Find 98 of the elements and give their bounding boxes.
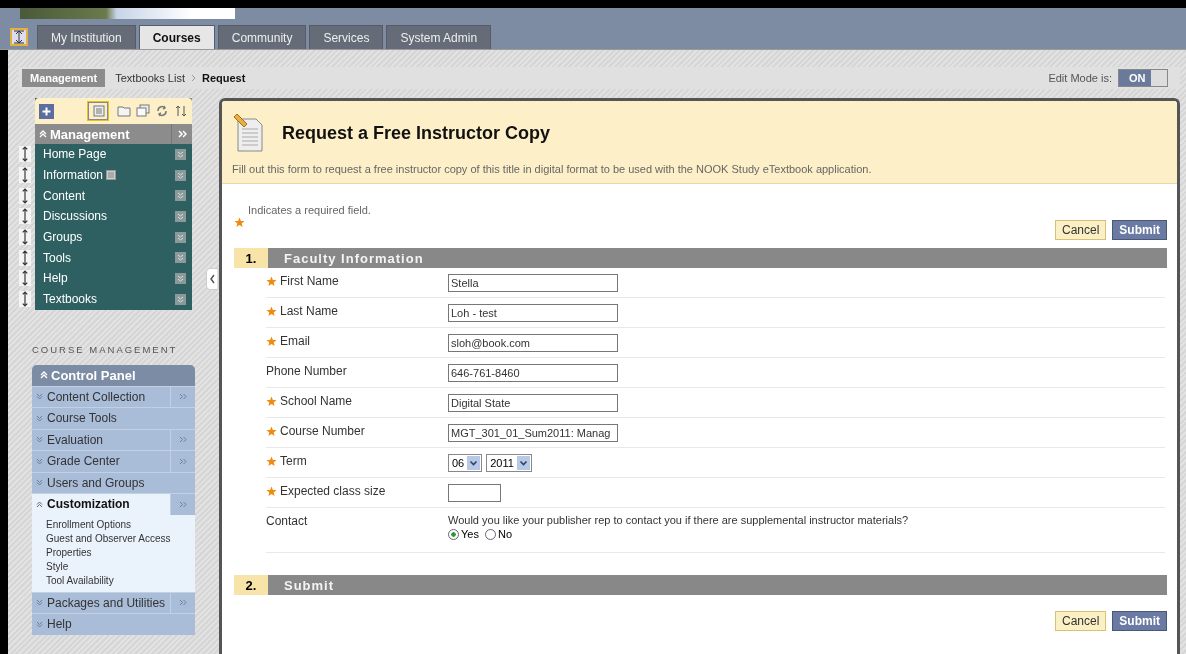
menu-item[interactable]: Help [35,271,68,286]
radio-label[interactable]: Yes [461,528,479,540]
drag-handle-icon[interactable] [19,291,31,308]
field-label: Expected class size [280,484,386,498]
menu-item[interactable]: Content [35,188,86,203]
edit-mode-toggle[interactable]: ON [1118,69,1168,87]
section-header: Submit [268,575,1167,595]
required-star-icon [266,456,277,467]
menu-item[interactable]: Groups [35,230,83,245]
control-panel-item[interactable]: Content Collection [43,389,170,404]
nav-tab[interactable]: Community [217,25,307,49]
text-field[interactable]: Loh - test [448,304,618,322]
collapse-left-icon[interactable] [206,268,219,290]
nav-tab[interactable]: My Institution [37,25,136,49]
list-icon[interactable] [88,102,108,120]
submit-button[interactable]: Submit [1112,220,1167,240]
folder-icon[interactable] [117,104,131,118]
drag-handle-icon[interactable] [19,208,31,225]
resize-icon[interactable] [10,28,28,46]
drag-handle-icon[interactable] [19,270,31,287]
drag-handle-icon[interactable] [19,187,31,204]
nav-tab[interactable]: Services [309,25,384,49]
add-icon[interactable] [39,103,54,119]
edit-mode-label: Edit Mode is: [1048,72,1112,84]
radio-button[interactable] [448,528,459,540]
chevron-down-icon[interactable] [175,272,186,284]
menu-item[interactable]: Discussions [35,209,108,224]
required-star-icon [266,306,277,317]
submenu-link[interactable]: Tool Availability [46,574,114,586]
text-field[interactable]: sloh@book.com [448,334,618,352]
control-panel-item[interactable]: Grade Center [43,454,170,469]
field-label: Email [280,334,310,348]
chevron-down-icon[interactable] [175,293,186,305]
drag-handle-icon[interactable] [19,146,31,163]
question-text: Would you like your publisher rep to contact you if there are supplemental instructor materials? [448,514,910,526]
field-label: Term [280,454,307,468]
dropdown[interactable]: 06 [448,454,483,472]
collapse-up-icon[interactable] [36,500,43,508]
nav-tab[interactable]: Courses [138,25,215,49]
dropdown[interactable]: 2011 [486,454,532,472]
chevron-down-icon[interactable] [175,190,186,202]
drag-handle-icon[interactable] [19,249,31,266]
nav-tab[interactable]: System Admin [386,25,492,49]
field-label: School Name [280,394,353,408]
field-label: First Name [280,274,339,288]
menu-item[interactable]: Home Page [35,147,107,162]
control-panel-item[interactable]: Packages and Utilities [43,595,170,610]
page-description: Fill out this form to request a free instructor copy of this title in digital format to be used with the NOOK Study eTextbook application. [232,163,873,175]
submenu-link[interactable]: Enrollment Options [46,518,132,530]
control-panel-item[interactable]: Users and Groups [43,475,195,490]
text-field[interactable]: Digital State [448,394,618,412]
required-star-icon [266,396,277,407]
step-number: 1. [234,248,268,268]
required-note: Indicates a required field. [248,204,371,216]
page-title: Request a Free Instructor Copy [282,122,551,144]
control-panel-item[interactable]: Course Tools [43,411,195,426]
text-field[interactable]: 646-761-8460 [448,364,618,382]
menu-item[interactable]: Textbooks [35,292,98,307]
refresh-icon[interactable] [155,104,169,118]
text-field[interactable]: Stella [448,274,618,292]
step-number: 2. [234,575,268,595]
chevron-down-icon[interactable] [175,252,186,264]
control-panel-item[interactable]: Evaluation [43,432,170,447]
chevron-down-icon[interactable] [175,169,186,181]
sort-icon[interactable] [174,104,188,118]
control-panel-item[interactable]: Help [43,617,195,632]
windows-icon[interactable] [136,104,150,118]
text-field[interactable] [448,484,501,502]
page-icon [106,170,117,181]
menu-item[interactable]: Information [35,168,104,183]
section-heading: COURSE MANAGEMENT [32,343,179,355]
breadcrumb-link[interactable]: Textbooks List [115,72,185,84]
drag-handle-icon[interactable] [19,229,31,246]
section-header: Faculty Information [268,248,1167,268]
cancel-button[interactable]: Cancel [1054,611,1107,631]
chevron-down-icon[interactable] [175,231,186,243]
radio-button[interactable] [484,528,496,540]
chevron-down-icon[interactable] [175,210,186,222]
cancel-button[interactable]: Cancel [1054,220,1107,240]
drag-handle-icon[interactable] [19,167,31,184]
field-label: Phone Number [266,364,347,378]
field-label: Last Name [280,304,339,318]
required-star-icon [266,426,277,437]
required-star-icon [234,216,245,228]
submenu-link[interactable]: Properties [46,546,92,558]
submenu-link[interactable]: Style [46,560,69,572]
chevron-right-icon [190,74,196,82]
text-field[interactable]: MGT_301_01_Sum2011: Manag [448,424,618,442]
required-star-icon [266,336,277,347]
required-star-icon [266,276,277,287]
radio-label[interactable]: No [497,528,512,540]
required-star-icon [266,486,277,497]
chevron-down-icon[interactable] [175,148,186,160]
field-label: Course Number [280,424,365,438]
field-label: Contact [266,514,308,528]
menu-item[interactable]: Tools [35,250,71,265]
submit-button[interactable]: Submit [1112,611,1167,631]
submenu-link[interactable]: Guest and Observer Access [46,532,171,544]
